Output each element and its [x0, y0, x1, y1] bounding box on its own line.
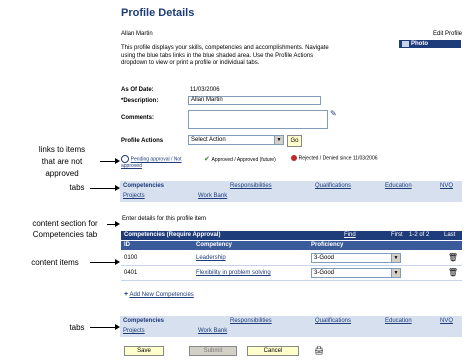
tab-competencies[interactable]: Competencies	[123, 318, 164, 324]
callout-line: content section for	[32, 219, 98, 228]
profile-actions-value: Select Action	[191, 137, 226, 143]
description-input[interactable]: Allan Martin	[188, 96, 321, 105]
callout-arrowhead	[115, 221, 120, 227]
profile-actions-label: Profile Actions	[121, 138, 164, 144]
submit-button[interactable]: Submit	[189, 346, 237, 356]
row-competency[interactable]: Flexibility in problem solving	[196, 270, 271, 276]
print-icon[interactable]: 🖨	[314, 346, 324, 355]
add-competencies-link: Add New Competencies	[129, 292, 194, 298]
employee-name: Allan Martin	[121, 31, 153, 37]
tab-projects[interactable]: Projects	[123, 328, 145, 334]
callout-line: Competencies tab	[32, 230, 98, 239]
profile-actions-select[interactable]: Select Action ▼	[188, 135, 284, 145]
tab-qualifications[interactable]: Qualifications	[315, 318, 351, 324]
edit-profile-link[interactable]: Edit Profile	[433, 31, 462, 37]
row-count: 1-2 of 2	[409, 232, 430, 238]
tab-work-bank[interactable]: Work Bank	[198, 328, 227, 334]
callout-content-section: content section for Competencies tab	[10, 218, 120, 240]
page-description: This profile displays your skills, compe…	[121, 45, 461, 68]
column-competency: Competency	[196, 242, 233, 248]
chevron-down-icon: ▼	[391, 254, 400, 262]
row-id: 0100	[124, 255, 138, 261]
add-competencies[interactable]: + Add New Competencies	[124, 291, 194, 298]
callout-arrow	[90, 262, 115, 263]
callout-line: that are not	[41, 157, 83, 166]
tab-education[interactable]: Education	[385, 318, 412, 324]
callout-content-items: content items	[31, 258, 79, 267]
cancel-button[interactable]: Cancel	[247, 346, 299, 356]
status-pending[interactable]: Pending approval / Not approved	[121, 155, 201, 169]
tab-bar-top: Competencies Responsibilities Qualificat…	[120, 181, 462, 202]
callout-arrowhead	[115, 259, 120, 265]
chevron-down-icon: ▼	[391, 269, 400, 277]
tab-projects[interactable]: Projects	[123, 193, 145, 199]
callout-links-unapproved: links to items that are not approved	[14, 144, 110, 180]
tab-responsibilities[interactable]: Responsibilities	[230, 183, 272, 189]
clock-icon	[121, 155, 129, 163]
status-rejected: Rejected / Denied since 11/03/2006	[291, 155, 461, 162]
tab-bar-bottom: Competencies Responsibilities Qualificat…	[120, 316, 462, 337]
status-rejected-label: Rejected / Denied since 11/03/2006	[298, 155, 378, 162]
comments-label: Comments:	[121, 115, 155, 121]
description-line: This profile displays your skills, compe…	[121, 45, 329, 51]
callout-arrow	[90, 327, 115, 328]
proficiency-value: 3-Good	[314, 255, 335, 261]
delete-icon[interactable]: 🗑	[448, 253, 458, 262]
description-line: using the blue tabs links in the blue sh…	[121, 52, 314, 59]
proficiency-select[interactable]: 3-Good ▼	[311, 268, 401, 278]
callout-arrowhead	[115, 185, 120, 191]
table-row: 0100 Leadership 3-Good ▼ 🗑	[121, 251, 462, 266]
tab-competencies[interactable]: Competencies	[123, 183, 164, 189]
callout-arrow	[100, 161, 115, 162]
proficiency-value: 3-Good	[314, 270, 335, 276]
callout-arrow	[90, 188, 115, 189]
section-header: Competencies (Require Approval) Find Fir…	[121, 231, 462, 240]
tab-nvq[interactable]: NVQ	[440, 318, 453, 324]
find-link[interactable]: Find	[344, 232, 356, 238]
rejected-icon	[291, 155, 297, 161]
delete-icon[interactable]: 🗑	[448, 268, 458, 277]
tab-education[interactable]: Education	[385, 183, 412, 189]
tab-qualifications[interactable]: Qualifications	[315, 183, 351, 189]
callout-arrowhead	[115, 158, 120, 164]
row-competency[interactable]: Leadership	[196, 255, 226, 261]
callout-arrowhead	[115, 324, 120, 330]
table-row: 0401 Flexibility in problem solving 3-Go…	[121, 266, 462, 281]
tab-nvq[interactable]: NVQ	[440, 183, 453, 189]
tab-work-bank[interactable]: Work Bank	[198, 193, 227, 199]
column-proficiency: Proficiency	[311, 242, 344, 248]
save-button[interactable]: Save	[124, 346, 164, 356]
callout-line: approved	[45, 169, 79, 178]
section-title: Competencies (Require Approval)	[124, 232, 221, 238]
as-of-date-label: As Of Date:	[121, 87, 154, 93]
callout-tabs-top: tabs	[69, 183, 85, 192]
callout-line: links to items	[38, 145, 86, 154]
description-label: *Description:	[121, 98, 159, 104]
tab-responsibilities[interactable]: Responsibilities	[230, 318, 272, 324]
proficiency-select[interactable]: 3-Good ▼	[311, 253, 401, 263]
description-line: dropdown to view or print a profile or i…	[121, 60, 260, 66]
chevron-down-icon: ▼	[274, 136, 283, 144]
table-header: ID Competency Proficiency	[121, 241, 462, 250]
column-id: ID	[124, 242, 130, 248]
checkmark-icon: ✔	[204, 156, 210, 163]
status-approved: ✔ Approved / Approved (future)	[204, 155, 288, 163]
go-button[interactable]: Go	[287, 135, 302, 147]
comments-textarea[interactable]	[188, 110, 328, 129]
callout-tabs-bottom: tabs	[69, 323, 85, 332]
add-icon: +	[124, 291, 129, 298]
status-pending-label: Pending approval / Not approved	[121, 156, 182, 169]
row-id: 0401	[124, 270, 138, 276]
status-approved-label: Approved / Approved (future)	[211, 157, 276, 163]
last-link[interactable]: Last	[444, 232, 455, 238]
first-link[interactable]: First	[391, 232, 403, 238]
callout-arrow	[107, 224, 115, 225]
as-of-date-value: 11/03/2006	[190, 87, 220, 93]
page-title: Profile Details	[121, 7, 195, 19]
content-intro: Enter details for this profile item	[122, 216, 207, 222]
spellcheck-icon[interactable]: ✎	[330, 110, 339, 118]
